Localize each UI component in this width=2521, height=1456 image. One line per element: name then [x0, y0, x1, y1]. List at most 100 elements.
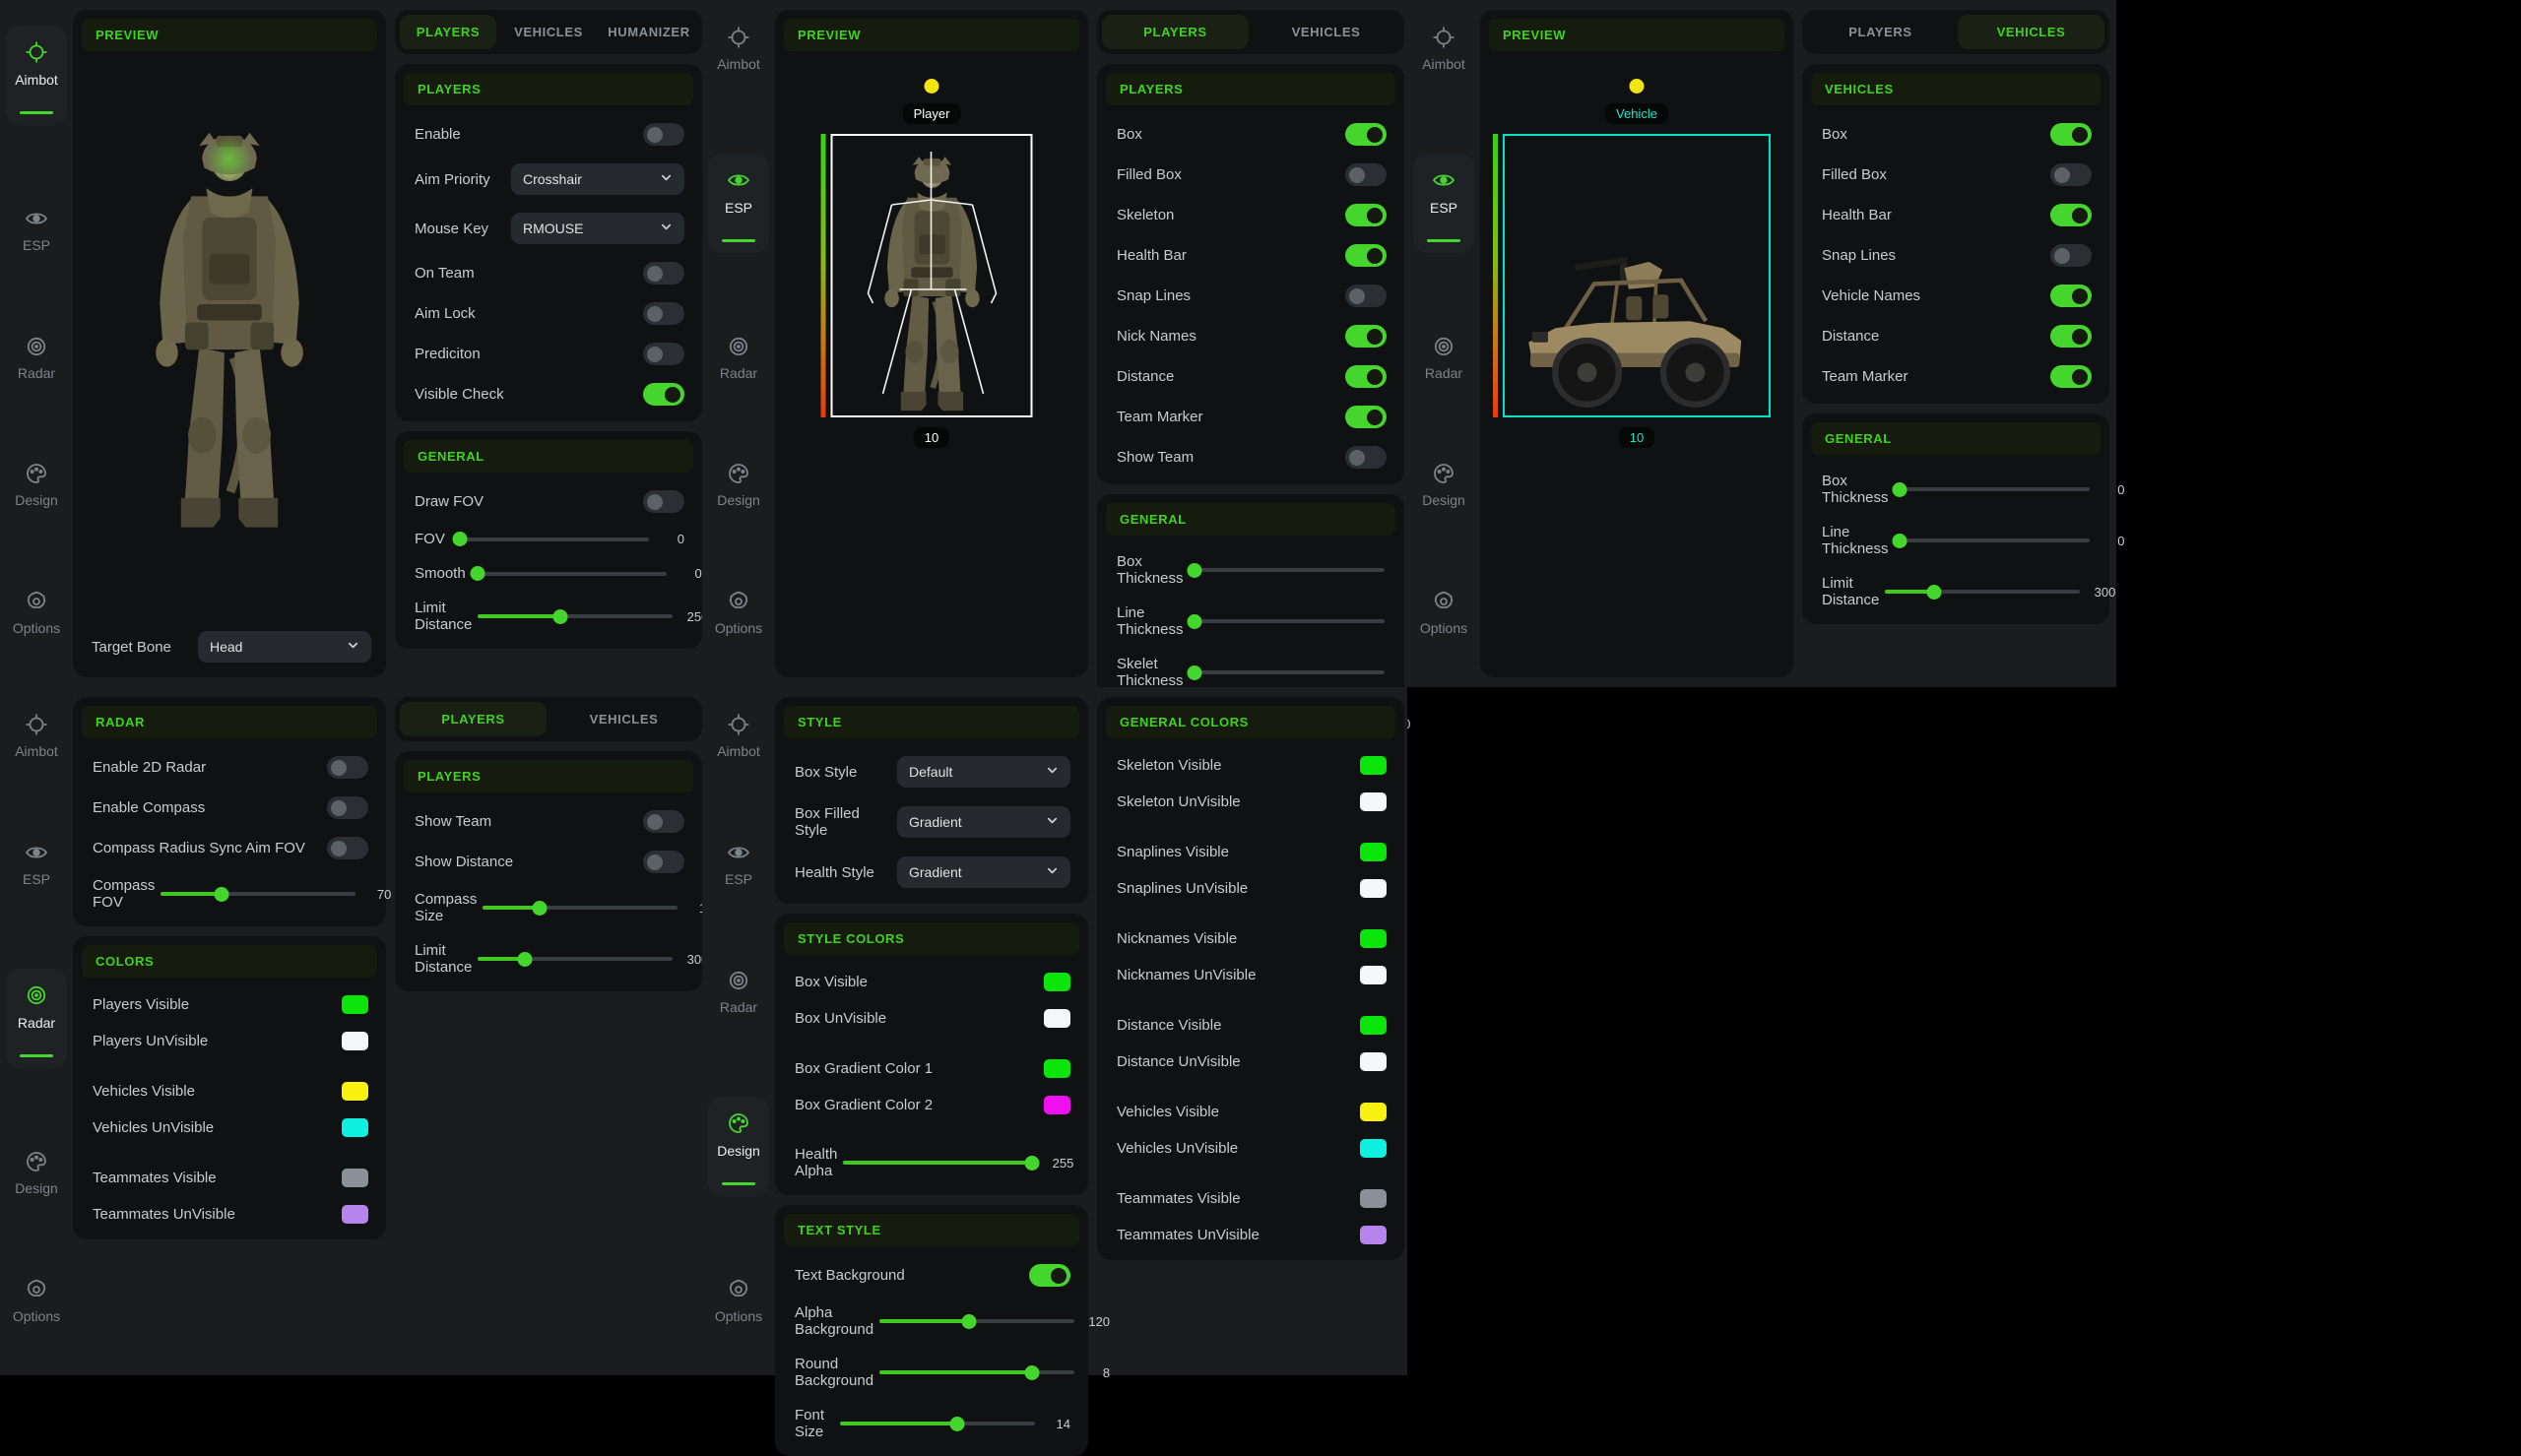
color-swatch[interactable] [342, 1082, 368, 1101]
tab-vehicles[interactable]: VEHICLES [1253, 15, 1399, 49]
sidebar-item-options[interactable]: Options [715, 1278, 762, 1324]
toggle-on[interactable] [2050, 123, 2092, 146]
sidebar-item-radar[interactable]: Radar [1425, 335, 1462, 381]
color-swatch[interactable] [342, 1205, 368, 1224]
color-swatch[interactable] [1360, 1139, 1387, 1158]
tab-players[interactable]: PLAYERS [1807, 15, 1954, 49]
tab-players[interactable]: PLAYERS [400, 702, 547, 736]
slider-control[interactable] [840, 1417, 1035, 1431]
slider-knob[interactable] [452, 532, 467, 546]
toggle-off[interactable] [327, 796, 368, 819]
toggle-off[interactable] [643, 810, 684, 833]
toggle-on[interactable] [1345, 123, 1387, 146]
slider-control[interactable] [161, 887, 356, 902]
color-swatch[interactable] [1360, 879, 1387, 898]
color-swatch[interactable] [1360, 1226, 1387, 1244]
slider-knob[interactable] [1926, 585, 1941, 600]
color-swatch[interactable] [1360, 929, 1387, 948]
toggle-on[interactable] [2050, 365, 2092, 388]
tab-vehicles[interactable]: VEHICLES [550, 702, 697, 736]
slider-knob[interactable] [1188, 563, 1202, 578]
sidebar-item-design[interactable]: Design [708, 1097, 769, 1196]
sidebar-item-design[interactable]: Design [1422, 462, 1465, 508]
sidebar-item-esp[interactable]: ESP [1413, 154, 1474, 253]
toggle-off[interactable] [643, 851, 684, 873]
sidebar-item-esp[interactable]: ESP [23, 207, 50, 253]
sidebar-item-esp[interactable]: ESP [23, 841, 50, 887]
sidebar-item-radar[interactable]: Radar [720, 969, 757, 1015]
tab-humanizer[interactable]: HUMANIZER [601, 15, 697, 49]
dropdown-select[interactable]: Gradient [897, 806, 1070, 838]
sidebar-item-radar[interactable]: Radar [18, 335, 55, 381]
dropdown-select[interactable]: RMOUSE [511, 213, 684, 244]
slider-knob[interactable] [1188, 614, 1202, 629]
dropdown-select[interactable]: Default [897, 756, 1070, 788]
toggle-off[interactable] [643, 343, 684, 365]
toggle-off[interactable] [327, 756, 368, 779]
color-swatch[interactable] [342, 1118, 368, 1137]
color-swatch[interactable] [1360, 1016, 1387, 1035]
toggle-off[interactable] [327, 837, 368, 859]
slider-control[interactable] [472, 566, 667, 581]
slider-knob[interactable] [470, 566, 485, 581]
toggle-on[interactable] [2050, 325, 2092, 348]
sidebar-item-esp[interactable]: ESP [725, 841, 752, 887]
toggle-off[interactable] [1345, 446, 1387, 469]
slider-knob[interactable] [962, 1314, 977, 1329]
slider-control[interactable] [879, 1365, 1074, 1380]
slider-control[interactable] [1190, 614, 1385, 629]
sidebar-item-radar[interactable]: Radar [720, 335, 757, 381]
tab-vehicles[interactable]: VEHICLES [500, 15, 597, 49]
color-swatch[interactable] [1044, 973, 1070, 991]
sidebar-item-design[interactable]: Design [15, 1150, 58, 1196]
slider-knob[interactable] [1024, 1365, 1039, 1380]
slider-control[interactable] [1895, 534, 2090, 548]
slider-knob[interactable] [1893, 534, 1907, 548]
toggle-off[interactable] [2050, 163, 2092, 186]
color-swatch[interactable] [342, 1169, 368, 1187]
slider-control[interactable] [843, 1156, 1038, 1171]
slider-control[interactable] [454, 532, 649, 546]
target-bone-select[interactable]: Head [198, 631, 371, 663]
color-swatch[interactable] [1360, 1052, 1387, 1071]
sidebar-item-design[interactable]: Design [717, 462, 760, 508]
color-swatch[interactable] [1360, 966, 1387, 984]
sidebar-item-aimbot[interactable]: Aimbot [6, 26, 67, 125]
slider-control[interactable] [1190, 563, 1385, 578]
sidebar-item-aimbot[interactable]: Aimbot [1422, 26, 1465, 72]
sidebar-item-radar[interactable]: Radar [6, 969, 67, 1068]
slider-control[interactable] [1190, 665, 1385, 680]
color-swatch[interactable] [1360, 1189, 1387, 1208]
slider-knob[interactable] [949, 1417, 964, 1431]
toggle-off[interactable] [1345, 163, 1387, 186]
tab-players[interactable]: PLAYERS [1102, 15, 1249, 49]
slider-control[interactable] [1885, 585, 2080, 600]
toggle-on[interactable] [1345, 244, 1387, 267]
tab-players[interactable]: PLAYERS [400, 15, 496, 49]
toggle-off[interactable] [643, 262, 684, 285]
slider-control[interactable] [879, 1314, 1074, 1329]
toggle-on[interactable] [1345, 406, 1387, 428]
toggle-on[interactable] [2050, 204, 2092, 226]
color-swatch[interactable] [1360, 843, 1387, 861]
sidebar-item-options[interactable]: Options [1420, 590, 1467, 636]
toggle-off[interactable] [1345, 285, 1387, 307]
sidebar-item-aimbot[interactable]: Aimbot [717, 713, 760, 759]
sidebar-item-design[interactable]: Design [15, 462, 58, 508]
sidebar-item-options[interactable]: Options [715, 590, 762, 636]
toggle-on[interactable] [1029, 1264, 1070, 1287]
slider-knob[interactable] [532, 901, 547, 916]
color-swatch[interactable] [1044, 1009, 1070, 1028]
color-swatch[interactable] [342, 995, 368, 1014]
toggle-on[interactable] [2050, 285, 2092, 307]
toggle-on[interactable] [1345, 325, 1387, 348]
toggle-off[interactable] [2050, 244, 2092, 267]
slider-knob[interactable] [517, 952, 532, 967]
color-swatch[interactable] [1360, 756, 1387, 775]
toggle-on[interactable] [643, 383, 684, 406]
slider-knob[interactable] [214, 887, 228, 902]
slider-knob[interactable] [552, 609, 567, 624]
toggle-off[interactable] [643, 302, 684, 325]
color-swatch[interactable] [1360, 792, 1387, 811]
slider-control[interactable] [478, 952, 673, 967]
